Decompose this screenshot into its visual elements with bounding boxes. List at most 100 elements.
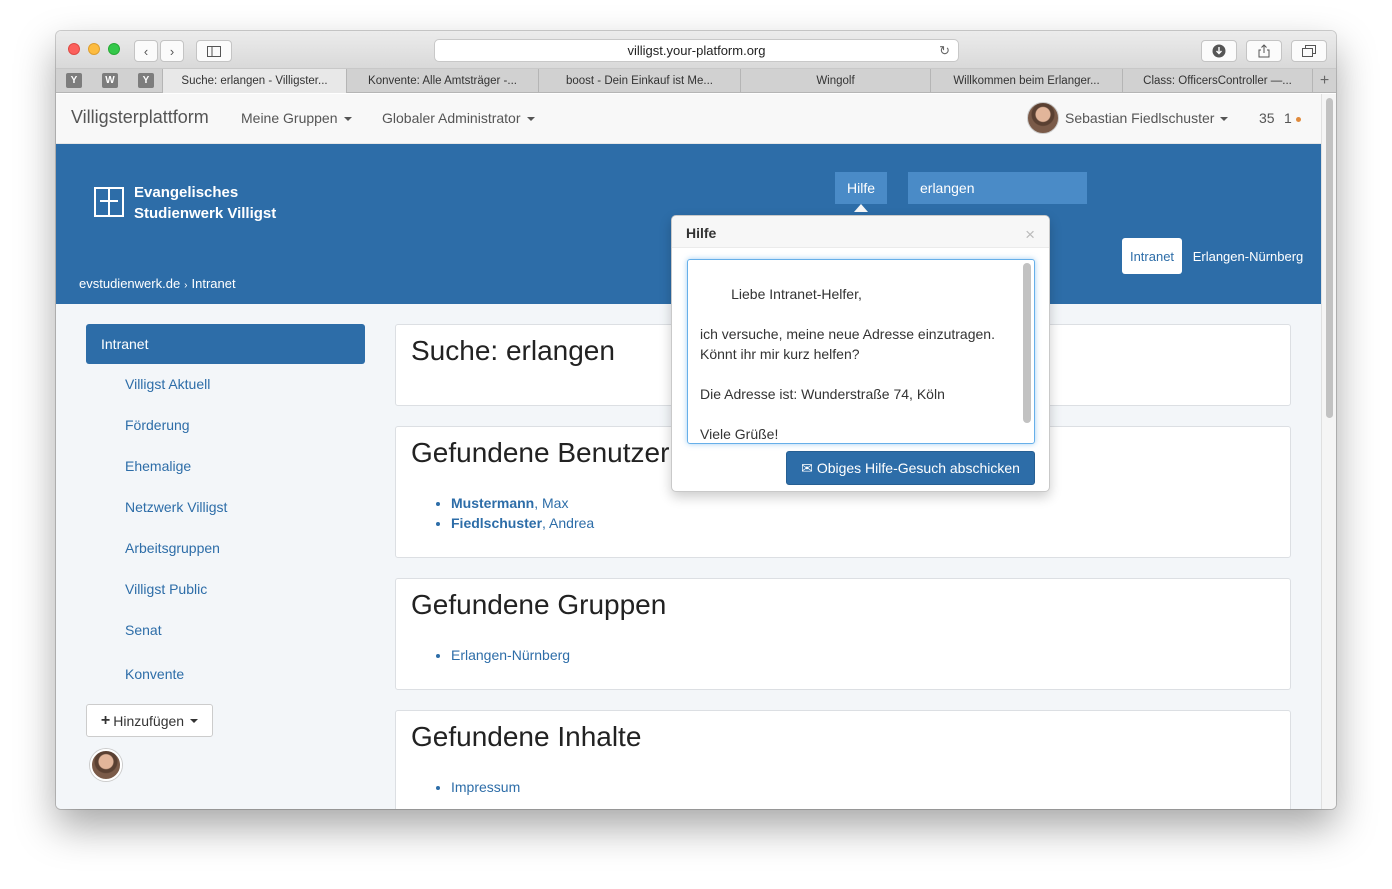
add-button-label: Hinzufügen <box>113 712 185 729</box>
pinned-tab[interactable]: Y <box>138 73 154 88</box>
user-name: Sebastian Fiedlschuster <box>1065 110 1215 126</box>
tab-boost[interactable]: boost - Dein Einkauf ist Me... <box>538 69 740 93</box>
sidebar-item-villigst-public[interactable]: Villigst Public <box>125 581 207 597</box>
nav-notifications[interactable]: 1 <box>1284 110 1301 126</box>
popover-title: Hilfe <box>686 225 717 241</box>
villigst-logo-icon[interactable] <box>94 187 124 217</box>
nav-label: Globaler Administrator <box>382 110 521 126</box>
page-content: Villigsterplattform Meine Gruppen Global… <box>56 94 1321 809</box>
tab-erlangen-nuernberg[interactable]: Erlangen-Nürnberg <box>1190 238 1306 274</box>
tab-intranet[interactable]: Intranet <box>1122 238 1182 274</box>
list-item[interactable]: Fiedlschuster, Andrea <box>451 513 594 533</box>
textarea-scrollbar[interactable] <box>1023 263 1031 423</box>
sidebar-item-arbeitsgruppen[interactable]: Arbeitsgruppen <box>125 540 220 556</box>
browser-titlebar: ‹ › villigst.your-platform.org ↻ <box>56 31 1336 69</box>
zoom-window-button[interactable] <box>108 43 120 55</box>
nav-meine-gruppen[interactable]: Meine Gruppen <box>241 110 352 126</box>
sidebar-item-intranet[interactable]: Intranet <box>86 324 365 364</box>
tab-erlanger[interactable]: Willkommen beim Erlanger... <box>930 69 1122 93</box>
users-list: Mustermann, Max Fiedlschuster, Andrea <box>451 493 594 533</box>
minimize-window-button[interactable] <box>88 43 100 55</box>
notification-dot-icon <box>1295 116 1301 122</box>
forward-button[interactable]: › <box>160 40 184 62</box>
breadcrumb-separator-icon: › <box>184 280 188 291</box>
help-popover: Hilfe × Liebe Intranet-Helfer, ich versu… <box>671 215 1050 492</box>
help-message-text: Liebe Intranet-Helfer, ich versuche, mei… <box>700 286 995 442</box>
list-item[interactable]: Erlangen-Nürnberg <box>451 645 570 665</box>
share-icon <box>1258 44 1270 58</box>
contents-panel: Gefundene Inhalte Impressum <box>395 710 1291 809</box>
tab-konvente[interactable]: Konvente: Alle Amtsträger -... <box>346 69 538 93</box>
help-button[interactable]: Hilfe <box>835 172 887 212</box>
caret-down-icon <box>190 718 199 723</box>
user-first-name: , Max <box>534 495 569 511</box>
nav-user-menu[interactable]: Sebastian Fiedlschuster <box>1065 110 1229 126</box>
back-button[interactable]: ‹ <box>134 40 158 62</box>
share-button[interactable] <box>1246 40 1282 62</box>
notification-count: 1 <box>1284 110 1292 126</box>
sidebar-item-netzwerk[interactable]: Netzwerk Villigst <box>125 499 227 515</box>
help-message-textarea[interactable]: Liebe Intranet-Helfer, ich versuche, mei… <box>687 259 1035 444</box>
tab-search[interactable]: Suche: erlangen - Villigster... <box>162 69 346 93</box>
sidebar-item-foerderung[interactable]: Förderung <box>125 417 190 433</box>
search-input[interactable] <box>908 172 1087 204</box>
download-icon <box>1212 44 1226 58</box>
caret-down-icon <box>343 117 352 122</box>
nav-count[interactable]: 35 <box>1259 110 1275 126</box>
reload-icon[interactable]: ↻ <box>939 43 950 59</box>
tabs-overview-button[interactable] <box>1291 40 1327 62</box>
caret-down-icon <box>1220 117 1229 122</box>
envelope-icon: ✉ <box>801 459 813 476</box>
caret-down-icon <box>526 117 535 122</box>
top-navbar: Villigsterplattform Meine Gruppen Global… <box>56 94 1321 144</box>
list-item[interactable]: Impressum <box>451 777 520 797</box>
sidebar-item-ehemalige[interactable]: Ehemalige <box>125 458 191 474</box>
contents-list: Impressum <box>451 777 520 797</box>
list-item[interactable]: Mustermann, Max <box>451 493 594 513</box>
chevron-right-icon: › <box>169 43 175 59</box>
breadcrumb-current[interactable]: Intranet <box>192 276 236 291</box>
pinned-tab[interactable]: Y <box>66 73 82 88</box>
plus-icon: + <box>100 711 111 729</box>
close-icon[interactable]: × <box>1025 226 1035 243</box>
groups-panel: Gefundene Gruppen Erlangen-Nürnberg <box>395 578 1291 690</box>
sidebar-item-villigst-aktuell[interactable]: Villigst Aktuell <box>125 376 210 392</box>
close-window-button[interactable] <box>68 43 80 55</box>
logo-line: Studienwerk Villigst <box>134 205 277 222</box>
sidebar-item-senat[interactable]: Senat <box>125 622 162 638</box>
sidebar-icon <box>207 45 221 57</box>
nav-globaler-administrator[interactable]: Globaler Administrator <box>382 110 535 126</box>
nav-label: Meine Gruppen <box>241 110 338 126</box>
downloads-button[interactable] <box>1201 40 1237 62</box>
user-last-name: Mustermann <box>451 495 535 511</box>
tab-officers[interactable]: Class: OfficersController —... <box>1122 69 1312 93</box>
user-avatar[interactable] <box>1027 102 1059 134</box>
scrollbar-thumb[interactable] <box>1326 98 1333 418</box>
brand-link[interactable]: Villigsterplattform <box>71 107 209 128</box>
groups-heading: Gefundene Gruppen <box>411 589 667 620</box>
sidebar-avatar[interactable] <box>90 749 122 781</box>
new-tab-button[interactable]: + <box>1312 69 1336 93</box>
add-button[interactable]: + Hinzufügen <box>86 704 213 737</box>
breadcrumb-link[interactable]: evstudienwerk.de <box>79 276 180 291</box>
user-first-name: , Andrea <box>542 515 595 531</box>
address-bar[interactable]: villigst.your-platform.org ↻ <box>434 39 959 62</box>
submit-label: Obiges Hilfe-Gesuch abschicken <box>816 460 1020 476</box>
breadcrumb: evstudienwerk.de › Intranet <box>79 276 236 291</box>
tabs-icon <box>1302 45 1316 57</box>
page-title: Suche: erlangen <box>411 335 615 366</box>
sidebar-toggle-button[interactable] <box>196 40 232 62</box>
chevron-left-icon: ‹ <box>143 43 149 59</box>
sidebar-item-konvente[interactable]: Konvente <box>125 666 184 682</box>
pinned-tab[interactable]: W <box>102 73 118 88</box>
page-scrollbar[interactable] <box>1321 94 1336 809</box>
user-last-name: Fiedlschuster <box>451 515 543 531</box>
site-logo-text[interactable]: Evangelisches Studienwerk Villigst <box>134 182 276 224</box>
browser-window: ‹ › villigst.your-platform.org ↻ Y W Y S… <box>56 31 1336 809</box>
logo-line: Evangelisches <box>134 184 239 201</box>
popover-header: Hilfe <box>672 216 1049 248</box>
tab-wingolf[interactable]: Wingolf <box>740 69 930 93</box>
url-text: villigst.your-platform.org <box>627 43 766 58</box>
contents-heading: Gefundene Inhalte <box>411 721 642 752</box>
submit-help-button[interactable]: ✉ Obiges Hilfe-Gesuch abschicken <box>786 451 1035 485</box>
